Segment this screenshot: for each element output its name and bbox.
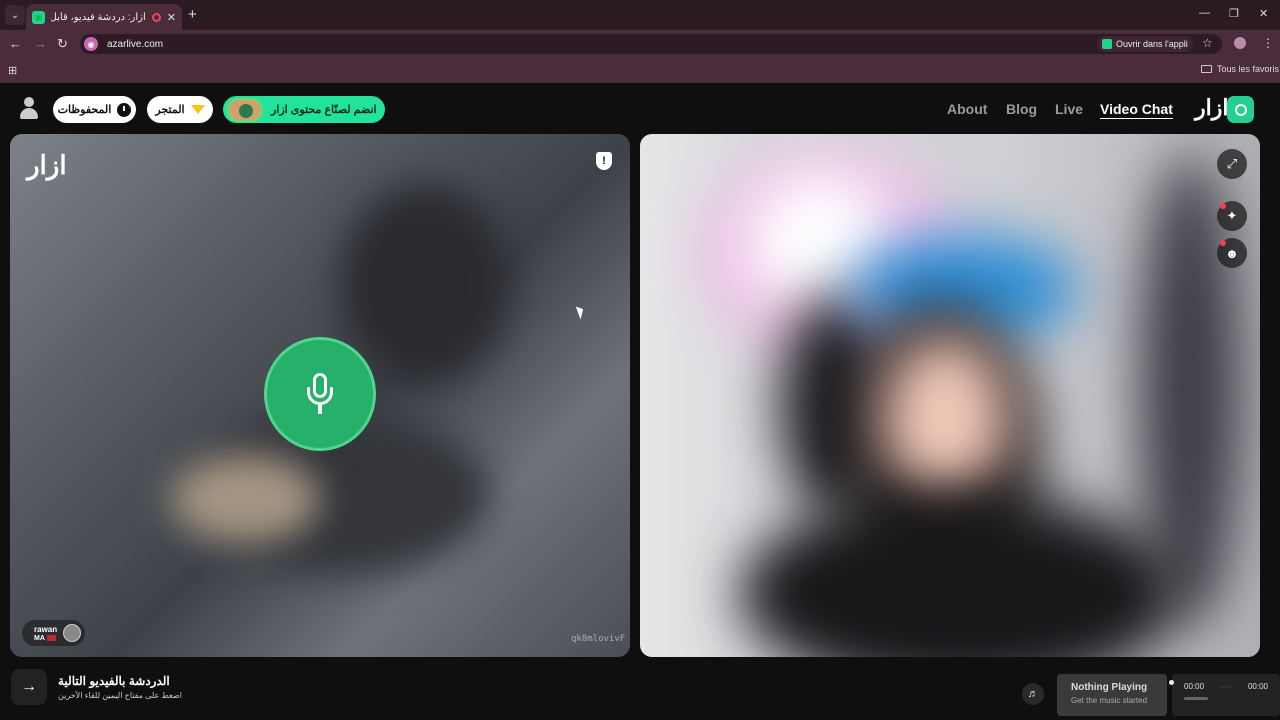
bookmarks-bar bbox=[0, 58, 1280, 83]
person-shirt bbox=[740, 494, 1180, 657]
blurred-subject bbox=[340, 184, 510, 384]
gem-icon bbox=[190, 105, 205, 114]
sparkle-icon: ✦ bbox=[1226, 208, 1238, 223]
creator-avatar bbox=[227, 97, 263, 122]
music-note-icon[interactable]: ♬ bbox=[1022, 683, 1044, 705]
browser-tab[interactable]: ▣ أزار: دردشة فيديو، قابل الأصدقاء ✕ bbox=[26, 4, 182, 30]
next-chat-title: الدردشة بالفيديو التالية bbox=[58, 674, 170, 688]
total-time: 00:00 bbox=[1247, 682, 1268, 691]
azar-watermark: ازار bbox=[27, 150, 67, 180]
azar-page: المحفوظات المتجر انضم لصنّاع محتوى ازار … bbox=[0, 83, 1280, 720]
microphone-button[interactable] bbox=[264, 337, 376, 451]
next-chat-button[interactable]: → bbox=[11, 669, 47, 705]
music-subtitle: Get the music started bbox=[1071, 696, 1148, 705]
restore-icon[interactable]: ❐ bbox=[1229, 7, 1239, 20]
nav-blog[interactable]: Blog bbox=[1006, 101, 1037, 117]
azar-logo-icon[interactable] bbox=[1227, 96, 1254, 123]
person-face bbox=[880, 334, 1010, 504]
nav-video-chat[interactable]: Video Chat bbox=[1100, 101, 1173, 117]
site-header: المحفوظات المتجر انضم لصنّاع محتوى ازار … bbox=[0, 83, 1280, 133]
saved-label: المحفوظات bbox=[57, 104, 112, 116]
blurred-hand bbox=[170, 454, 320, 544]
app-icon bbox=[1102, 39, 1112, 49]
site-info-icon[interactable]: ◉ bbox=[84, 37, 98, 51]
music-title: Nothing Playing bbox=[1071, 682, 1148, 693]
volume-slider[interactable] bbox=[1184, 697, 1208, 700]
peer-video: ازار ! rawan MA qk8mlovivF bbox=[10, 134, 630, 657]
store-label: المتجر bbox=[155, 104, 185, 116]
elapsed-time: 00:00 bbox=[1184, 682, 1205, 691]
address-bar[interactable]: ◉ azarlive.com bbox=[80, 34, 1222, 54]
nav-about[interactable]: About bbox=[947, 101, 987, 117]
bookmark-star-icon[interactable]: ☆ bbox=[1202, 36, 1213, 50]
window-close-icon[interactable]: ✕ bbox=[1259, 7, 1268, 20]
progress-handle[interactable] bbox=[1169, 680, 1174, 685]
folder-icon bbox=[1201, 65, 1212, 73]
tab-search-button[interactable]: ⌄ bbox=[5, 5, 25, 25]
extension-icon[interactable] bbox=[1234, 37, 1246, 49]
fullscreen-button[interactable]: ⤢ bbox=[1217, 149, 1247, 179]
forward-icon[interactable]: → bbox=[34, 36, 47, 51]
music-player: 00:00 ∙∙∙∙∙ 00:00 bbox=[1172, 674, 1280, 716]
notification-dot bbox=[1220, 203, 1226, 209]
join-creators-label: انضم لصنّاع محتوى ازار bbox=[271, 104, 377, 116]
join-creators-button[interactable]: انضم لصنّاع محتوى ازار bbox=[223, 96, 385, 123]
store-button[interactable]: المتجر bbox=[147, 96, 213, 123]
peer-avatar bbox=[63, 624, 82, 642]
reload-icon[interactable]: ↻ bbox=[57, 36, 68, 52]
face-icon: ☻ bbox=[1225, 245, 1239, 261]
back-icon[interactable]: ← bbox=[9, 36, 22, 51]
azar-favicon-icon: ▣ bbox=[32, 10, 45, 24]
notification-dot bbox=[1220, 240, 1226, 246]
music-card[interactable]: Nothing Playing Get the music started bbox=[1057, 674, 1167, 716]
peer-id: qk8mlovivF bbox=[571, 634, 626, 644]
self-video: ⤢ ✦ ☻ bbox=[640, 134, 1260, 657]
open-in-app-label: Ouvrir dans l'appli bbox=[1116, 39, 1188, 49]
peer-info-badge[interactable]: rawan MA bbox=[22, 620, 86, 646]
tab-title: أزار: دردشة فيديو، قابل الأصدقاء bbox=[51, 11, 146, 23]
browser-menu-icon[interactable]: ⋮ bbox=[1262, 36, 1274, 50]
saved-button[interactable]: المحفوظات bbox=[53, 96, 136, 123]
peer-country: MA bbox=[34, 635, 57, 642]
close-tab-icon[interactable]: ✕ bbox=[167, 11, 176, 24]
next-chat-subtitle: اضغط على مفتاح اليمين للقاء الآخرين bbox=[58, 691, 183, 700]
arrow-right-icon: → bbox=[21, 678, 37, 695]
azar-logo-text[interactable]: ازار bbox=[1195, 95, 1228, 121]
waveform-icon: ∙∙∙∙∙ bbox=[1220, 682, 1232, 691]
expand-icon: ⤢ bbox=[1226, 156, 1238, 171]
recording-indicator-icon bbox=[151, 12, 161, 22]
apps-grid-icon[interactable]: ⊞ bbox=[8, 64, 17, 77]
new-tab-icon[interactable]: + bbox=[188, 6, 197, 23]
history-clock-icon bbox=[117, 102, 132, 117]
nav-live[interactable]: Live bbox=[1055, 101, 1083, 117]
filters-button[interactable]: ☻ bbox=[1217, 238, 1247, 268]
profile-icon[interactable] bbox=[19, 97, 39, 119]
peer-country-code: MA bbox=[34, 634, 45, 642]
minimize-icon[interactable]: — bbox=[1199, 7, 1210, 19]
microphone-icon bbox=[305, 373, 335, 415]
all-bookmarks-button[interactable]: Tous les favoris bbox=[1201, 64, 1279, 74]
all-bookmarks-label: Tous les favoris bbox=[1217, 64, 1280, 74]
url-text: azarlive.com bbox=[107, 38, 164, 50]
morocco-flag-icon bbox=[46, 635, 56, 641]
peer-name: rawan bbox=[34, 624, 58, 634]
effects-button[interactable]: ✦ bbox=[1217, 201, 1247, 231]
open-in-app-button[interactable]: Ouvrir dans l'appli bbox=[1097, 36, 1193, 52]
report-shield-icon[interactable]: ! bbox=[596, 152, 612, 170]
